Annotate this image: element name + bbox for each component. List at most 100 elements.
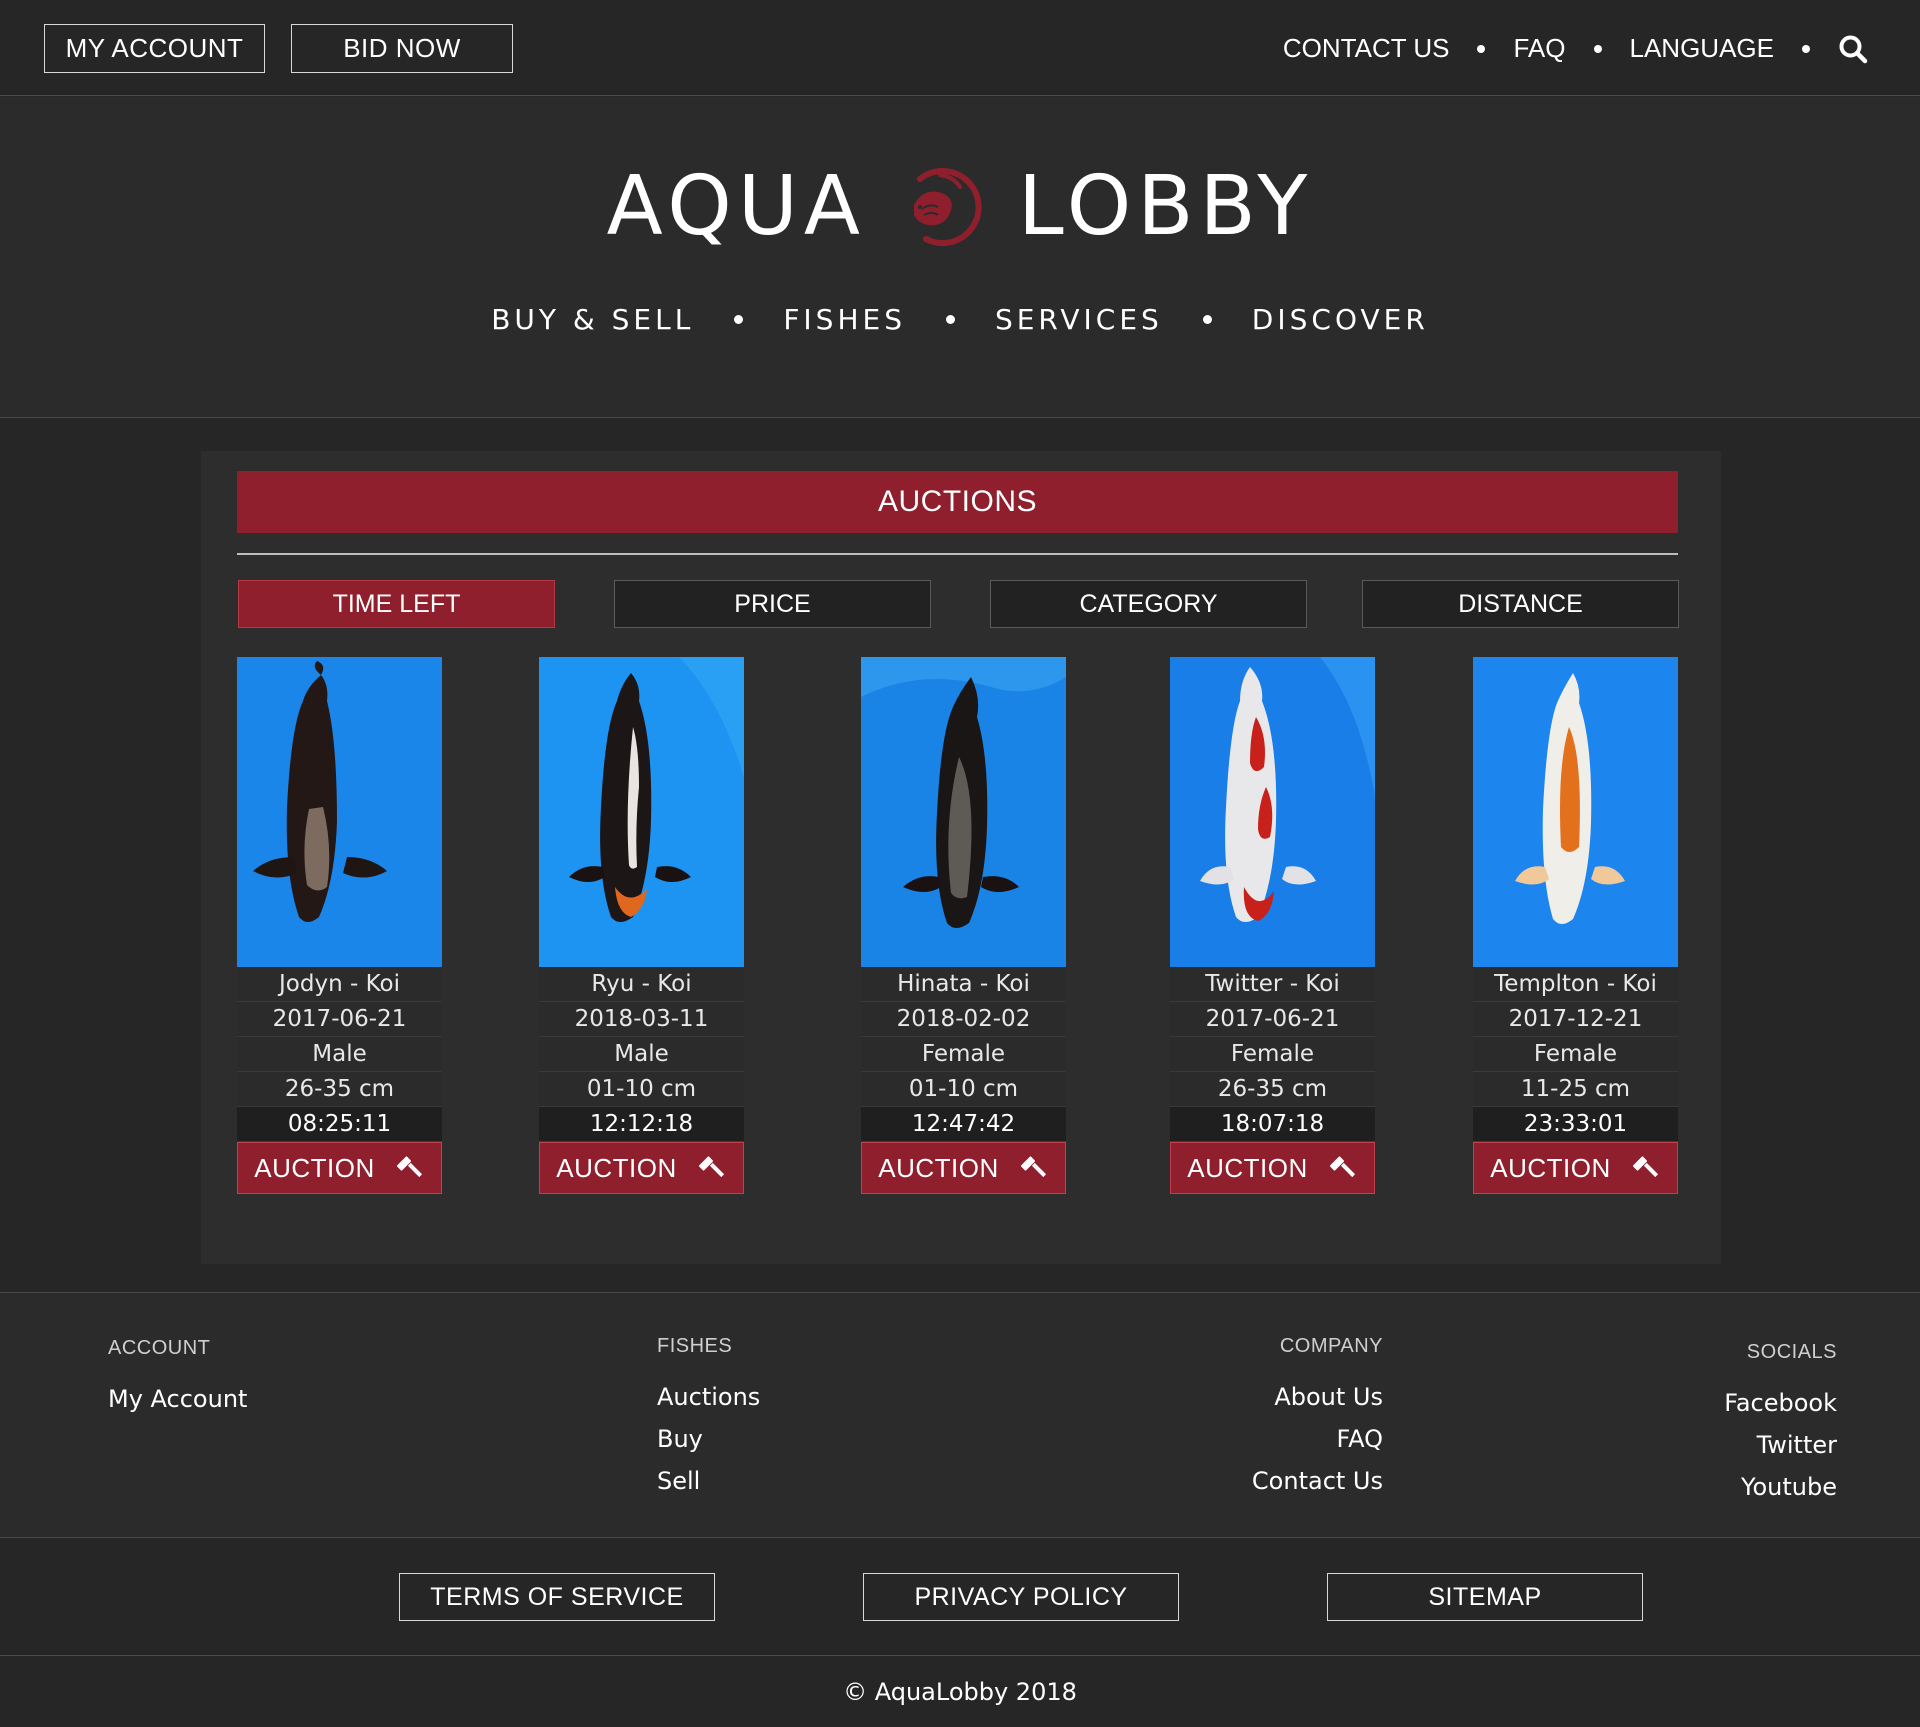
koi-name: Hinata - Koi: [861, 967, 1066, 1002]
time-left: 18:07:18: [1170, 1107, 1375, 1142]
koi-photo[interactable]: [237, 657, 442, 967]
footer-link-auctions[interactable]: Auctions: [657, 1376, 760, 1418]
sort-price-button[interactable]: PRICE: [614, 580, 931, 628]
auction-button-label: AUCTION: [254, 1152, 375, 1183]
koi-date: 2017-12-21: [1473, 1002, 1678, 1037]
footer-company-column: COMPANY About Us FAQ Contact Us: [1252, 1335, 1383, 1502]
footer-link-youtube[interactable]: Youtube: [1724, 1466, 1837, 1508]
auction-button-label: AUCTION: [1187, 1152, 1308, 1183]
koi-photo[interactable]: [1170, 657, 1375, 967]
main-nav: BUY & SELL FISHES SERVICES DISCOVER: [0, 303, 1920, 336]
koi-date: 2017-06-21: [237, 1002, 442, 1037]
auction-card: Templton - Koi 2017-12-21 Female 11-25 c…: [1473, 657, 1678, 1194]
time-left: 12:47:42: [861, 1107, 1066, 1142]
koi-sex: Female: [1170, 1037, 1375, 1072]
logo-text-lobby: LOBBY: [1017, 159, 1314, 254]
language-link[interactable]: LANGUAGE: [1630, 33, 1775, 64]
koi-name: Ryu - Koi: [539, 967, 744, 1002]
faq-link[interactable]: FAQ: [1513, 33, 1565, 64]
koi-size: 26-35 cm: [1170, 1072, 1375, 1107]
auction-card: Hinata - Koi 2018-02-02 Female 01-10 cm …: [861, 657, 1066, 1194]
koi-sex: Male: [237, 1037, 442, 1072]
footer-link-my-account[interactable]: My Account: [108, 1378, 247, 1420]
nav-separator: [734, 315, 744, 324]
auction-button-label: AUCTION: [556, 1152, 677, 1183]
contact-us-link[interactable]: CONTACT US: [1283, 33, 1450, 64]
sitemap-button[interactable]: SITEMAP: [1327, 1573, 1643, 1621]
koi-size: 26-35 cm: [237, 1072, 442, 1107]
koi-date: 2017-06-21: [1170, 1002, 1375, 1037]
gavel-icon: [1632, 1156, 1658, 1178]
gavel-icon: [396, 1156, 422, 1178]
footer-link-twitter[interactable]: Twitter: [1724, 1424, 1837, 1466]
koi-emblem-icon: [900, 165, 984, 249]
nav-separator: [1477, 44, 1486, 53]
koi-size: 01-10 cm: [861, 1072, 1066, 1107]
koi-name: Templton - Koi: [1473, 967, 1678, 1002]
footer-heading: ACCOUNT: [108, 1337, 211, 1359]
brand-header: AQUA LOBBY BUY & SELL FISHES SERVICES DI…: [0, 97, 1920, 418]
top-bar: MY ACCOUNT BID NOW CONTACT US FAQ LANGUA…: [0, 0, 1920, 96]
nav-discover[interactable]: DISCOVER: [1252, 303, 1429, 336]
footer-fishes-column: FISHES Auctions Buy Sell: [657, 1335, 760, 1502]
koi-photo[interactable]: [1473, 657, 1678, 967]
auction-button[interactable]: AUCTION: [539, 1142, 744, 1194]
footer-heading: SOCIALS: [1746, 1341, 1837, 1363]
time-left: 23:33:01: [1473, 1107, 1678, 1142]
koi-sex: Female: [1473, 1037, 1678, 1072]
auction-button[interactable]: AUCTION: [1170, 1142, 1375, 1194]
footer-link-facebook[interactable]: Facebook: [1724, 1382, 1837, 1424]
terms-of-service-button[interactable]: TERMS OF SERVICE: [399, 1573, 715, 1621]
footer-account-column: ACCOUNT My Account: [108, 1337, 247, 1420]
auction-card: Ryu - Koi 2018-03-11 Male 01-10 cm 12:12…: [539, 657, 744, 1194]
bid-now-button[interactable]: BID NOW: [291, 24, 513, 73]
koi-photo[interactable]: [539, 657, 744, 967]
footer-socials-column: SOCIALS Facebook Twitter Youtube: [1724, 1341, 1837, 1508]
nav-services[interactable]: SERVICES: [995, 303, 1163, 336]
sort-time-left-button[interactable]: TIME LEFT: [238, 580, 555, 628]
auction-button-label: AUCTION: [878, 1152, 999, 1183]
koi-name: Twitter - Koi: [1170, 967, 1375, 1002]
site-logo[interactable]: AQUA LOBBY: [0, 159, 1920, 254]
koi-date: 2018-02-02: [861, 1002, 1066, 1037]
footer-link-about-us[interactable]: About Us: [1252, 1376, 1383, 1418]
koi-photo[interactable]: [861, 657, 1066, 967]
footer-heading: FISHES: [657, 1335, 733, 1357]
footer-link-contact-us[interactable]: Contact Us: [1252, 1460, 1383, 1502]
koi-sex: Male: [539, 1037, 744, 1072]
footer: ACCOUNT My Account FISHES Auctions Buy S…: [0, 1292, 1920, 1538]
logo-text-aqua: AQUA: [606, 159, 866, 254]
gavel-icon: [698, 1156, 724, 1178]
auction-button[interactable]: AUCTION: [1473, 1142, 1678, 1194]
footer-link-faq[interactable]: FAQ: [1252, 1418, 1384, 1460]
nav-separator: [1202, 315, 1212, 324]
time-left: 12:12:18: [539, 1107, 744, 1142]
gavel-icon: [1020, 1156, 1046, 1178]
footer-link-buy[interactable]: Buy: [657, 1418, 760, 1460]
copyright: © AquaLobby 2018: [0, 1657, 1920, 1727]
nav-separator: [945, 315, 955, 324]
gavel-icon: [1329, 1156, 1355, 1178]
divider: [237, 553, 1678, 555]
auction-button-label: AUCTION: [1490, 1152, 1611, 1183]
auctions-title: AUCTIONS: [237, 471, 1678, 533]
auction-button[interactable]: AUCTION: [237, 1142, 442, 1194]
my-account-button[interactable]: MY ACCOUNT: [44, 24, 265, 73]
footer-link-sell[interactable]: Sell: [657, 1460, 760, 1502]
time-left: 08:25:11: [237, 1107, 442, 1142]
footer-heading: COMPANY: [1279, 1335, 1383, 1357]
koi-sex: Female: [861, 1037, 1066, 1072]
koi-name: Jodyn - Koi: [237, 967, 442, 1002]
nav-buy-sell[interactable]: BUY & SELL: [491, 303, 694, 336]
nav-separator: [1802, 44, 1810, 53]
auction-card: Jodyn - Koi 2017-06-21 Male 26-35 cm 08:…: [237, 657, 442, 1194]
search-icon[interactable]: [1838, 34, 1868, 64]
sort-category-button[interactable]: CATEGORY: [990, 580, 1307, 628]
auction-button[interactable]: AUCTION: [861, 1142, 1066, 1194]
koi-date: 2018-03-11: [539, 1002, 744, 1037]
koi-size: 11-25 cm: [1473, 1072, 1678, 1107]
utility-nav: CONTACT US FAQ LANGUAGE: [1283, 24, 1868, 73]
privacy-policy-button[interactable]: PRIVACY POLICY: [863, 1573, 1179, 1621]
sort-distance-button[interactable]: DISTANCE: [1362, 580, 1679, 628]
nav-fishes[interactable]: FISHES: [783, 303, 906, 336]
